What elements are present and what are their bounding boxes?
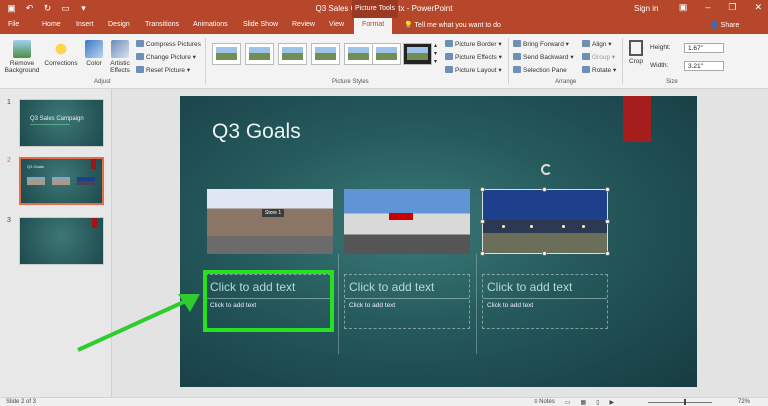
slide-counter: Slide 2 of 3 [6,399,37,405]
reading-view-icon[interactable]: ▯ [596,399,599,406]
zoom-slider[interactable] [648,402,712,403]
notes-button[interactable]: ≡ Notes [534,399,555,406]
slide-sorter-icon[interactable]: ▦ [581,399,587,406]
normal-view-icon[interactable]: ▭ [565,399,571,406]
zoom-level[interactable]: 72% [738,399,750,405]
slideshow-icon[interactable]: ▶ [610,399,615,406]
zoom-slider-thumb[interactable] [684,399,686,405]
notes-label: Notes [539,399,555,405]
status-controls: ≡ Notes ▭ ▦ ▯ ▶ [534,399,614,406]
pointer-arrow-icon [77,294,200,352]
status-bar: Slide 2 of 3 ≡ Notes ▭ ▦ ▯ ▶ 72% [0,397,768,406]
